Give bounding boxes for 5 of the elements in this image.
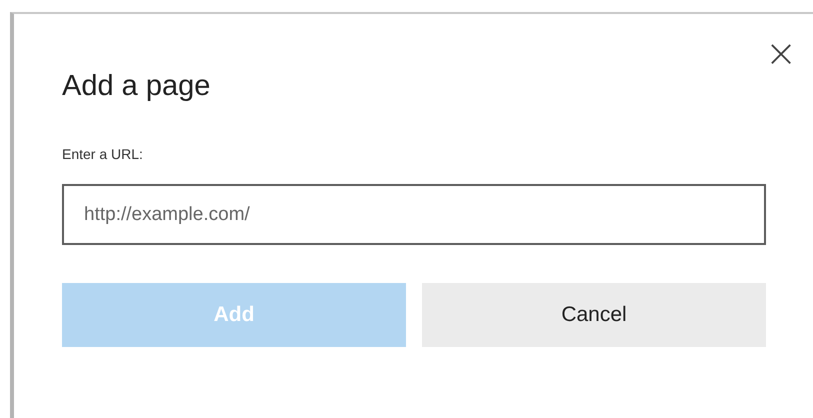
url-input-field[interactable]: http://example.com/ <box>62 184 766 245</box>
close-button[interactable]: × <box>765 34 797 72</box>
field-label: Enter a URL: <box>62 146 144 162</box>
cancel-button[interactable]: Cancel <box>422 283 766 347</box>
dialog-title: Add a page <box>62 69 210 103</box>
